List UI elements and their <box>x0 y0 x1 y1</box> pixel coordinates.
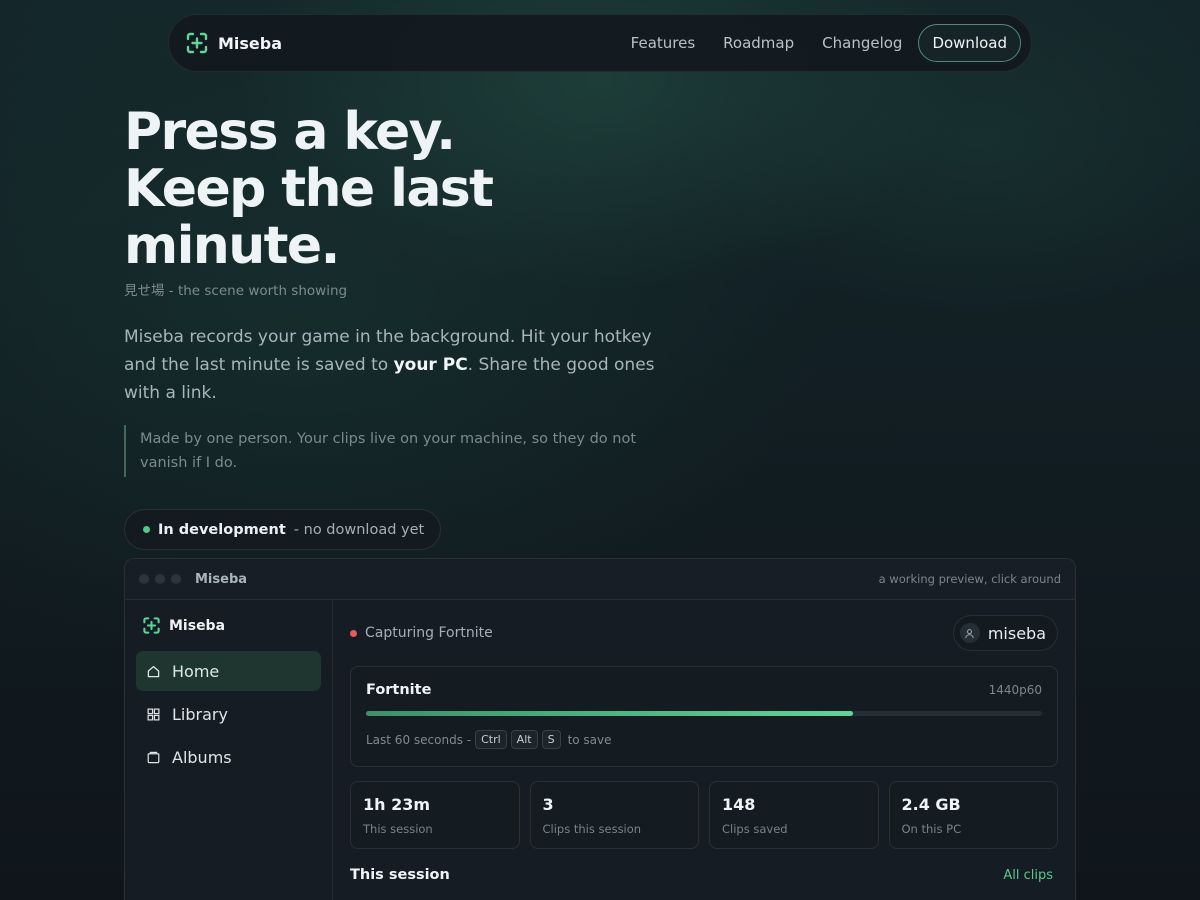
stat-label: This session <box>363 822 433 836</box>
sidebar-brand: Miseba <box>136 616 321 635</box>
hero: Press a key. Keep the last minute. 見せ場 -… <box>124 104 684 550</box>
buffer-progress-bar <box>366 711 1042 716</box>
stat-card: 148 Clips saved <box>709 781 879 849</box>
stats-row: 1h 23m This session 3 Clips this session… <box>350 781 1058 849</box>
nav-link-features[interactable]: Features <box>617 34 710 52</box>
stat-value: 3 <box>542 795 554 814</box>
window-minimize-dot-icon <box>155 574 165 584</box>
sidebar-item-label: Albums <box>172 747 232 767</box>
status-dot-icon <box>143 526 150 533</box>
user-name: miseba <box>987 623 1046 643</box>
window-titlebar: Miseba a working preview, click around <box>125 559 1075 600</box>
stat-label: Clips this session <box>542 822 642 836</box>
section-header: This session All clips <box>350 867 1058 883</box>
lead-emphasis: your PC <box>393 355 468 375</box>
window-close-dot-icon <box>139 574 149 584</box>
grid-icon <box>147 708 160 720</box>
status-label: In development <box>158 521 286 538</box>
nav-link-changelog[interactable]: Changelog <box>808 34 916 52</box>
sidebar-brand-name: Miseba <box>169 617 226 634</box>
hero-lead: Miseba records your game in the backgrou… <box>124 323 672 407</box>
hero-title-line-2: Keep the last minute. <box>124 159 494 276</box>
miseba-logo-icon <box>185 31 209 55</box>
status-badge: In development - no download yet <box>124 509 442 550</box>
hint-suffix: to save <box>567 732 612 747</box>
stat-card: 1h 23m This session <box>350 781 520 849</box>
game-name: Fortnite <box>366 682 432 698</box>
capture-status: Capturing Fortnite <box>365 625 493 641</box>
stat-value: 1h 23m <box>363 795 431 814</box>
key-alt: Alt <box>510 730 538 749</box>
sidebar-item-library[interactable]: Library <box>136 694 321 734</box>
brand-name: Miseba <box>218 33 283 53</box>
buffer-progress-fill <box>366 711 853 716</box>
stat-value: 2.4 GB <box>901 795 961 814</box>
window-body: Miseba Home Library Albums Capturing For… <box>125 600 1075 900</box>
author-note: Made by one person. Your clips live on y… <box>124 425 664 477</box>
nav-links: Features Roadmap Changelog Download <box>617 24 1021 62</box>
hint-prefix: Last 60 seconds - <box>366 732 472 747</box>
main-header: Capturing Fortnite miseba <box>350 615 1058 651</box>
sidebar-item-albums[interactable]: Albums <box>136 737 321 777</box>
user-menu-button[interactable]: miseba <box>952 615 1058 651</box>
nav-link-roadmap[interactable]: Roadmap <box>709 34 808 52</box>
album-icon <box>147 751 160 763</box>
app-main: Capturing Fortnite miseba Fortnite 1440p… <box>333 600 1075 900</box>
sidebar-item-label: Library <box>172 704 228 724</box>
stat-card: 3 Clips this session <box>529 781 699 849</box>
brand[interactable]: Miseba <box>185 31 282 55</box>
recording-dot-icon <box>350 629 357 637</box>
stat-value: 148 <box>722 795 756 814</box>
miseba-logo-icon <box>142 616 161 635</box>
top-nav: Miseba Features Roadmap Changelog Downlo… <box>168 14 1032 72</box>
capture-card[interactable]: Fortnite 1440p60 Last 60 seconds - Ctrl … <box>350 666 1058 767</box>
section-title: This session <box>350 867 450 883</box>
hero-title: Press a key. Keep the last minute. <box>124 104 684 275</box>
stat-card: 2.4 GB On this PC <box>888 781 1058 849</box>
download-button[interactable]: Download <box>918 24 1021 62</box>
window-hint: a working preview, click around <box>878 572 1061 586</box>
window-maximize-dot-icon <box>171 574 181 584</box>
capture-resolution: 1440p60 <box>988 683 1042 697</box>
all-clips-link[interactable]: All clips <box>1003 868 1053 883</box>
stat-label: Clips saved <box>722 822 788 836</box>
sidebar-item-home[interactable]: Home <box>136 651 321 691</box>
sidebar-item-label: Home <box>172 661 220 681</box>
key-s: S <box>541 730 561 749</box>
hero-title-line-1: Press a key. <box>124 102 456 162</box>
landing-page: Miseba Features Roadmap Changelog Downlo… <box>0 0 1200 900</box>
hero-subtitle: 見せ場 - the scene worth showing <box>124 283 348 299</box>
key-ctrl: Ctrl <box>475 730 507 749</box>
app-sidebar: Miseba Home Library Albums <box>125 600 333 900</box>
stat-label: On this PC <box>901 822 962 836</box>
status-detail: - no download yet <box>293 521 425 538</box>
user-icon <box>965 628 974 638</box>
window-title: Miseba <box>195 571 248 587</box>
app-preview-window: Miseba a working preview, click around M… <box>124 558 1076 900</box>
home-icon <box>147 665 160 677</box>
save-hotkey-hint: Last 60 seconds - Ctrl Alt S to save <box>366 730 1042 749</box>
avatar <box>959 623 980 643</box>
